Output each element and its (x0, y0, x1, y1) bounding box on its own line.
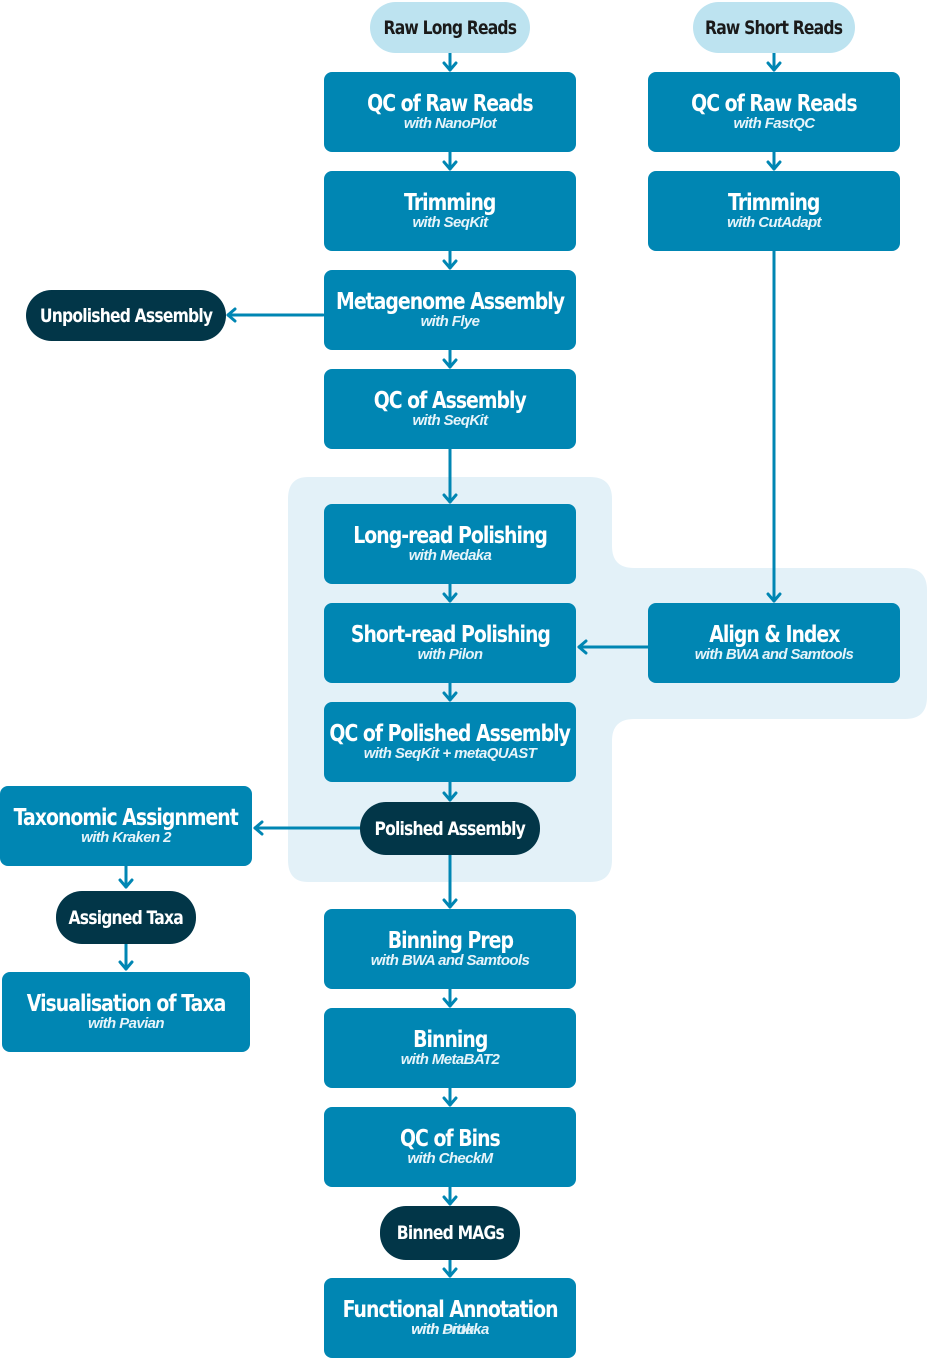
step-tool: with SeqKit (412, 412, 488, 429)
step-tool: with BWA and Samtools (694, 646, 854, 663)
input-raw-short-reads: Raw Short Reads (693, 2, 855, 53)
output-binned-mags: Binned MAGs (380, 1206, 520, 1260)
step-tool: with CheckM (407, 1150, 493, 1167)
step-tool: with Pavian (88, 1015, 165, 1032)
input-label: Raw Short Reads (705, 16, 843, 39)
step-title: Trimming (728, 190, 820, 216)
step-tool: with SeqKit + metaQUAST (363, 745, 537, 762)
step-functional-annotation: Functional Annotation with Prokka with D… (324, 1278, 576, 1358)
step-metagenome-assembly: Metagenome Assembly with Flye (324, 270, 576, 350)
step-binning: Binning with MetaBAT2 (324, 1008, 576, 1088)
step-title: QC of Raw Reads (691, 91, 857, 117)
step-taxonomic-assignment: Taxonomic Assignment with Kraken 2 (0, 786, 252, 866)
step-title: QC of Polished Assembly (329, 721, 572, 747)
output-label: Unpolished Assembly (39, 304, 213, 327)
step-qc-raw-short-reads: QC of Raw Reads with FastQC (648, 72, 900, 152)
step-title: Taxonomic Assignment (13, 805, 239, 831)
output-label: Binned MAGs (396, 1222, 504, 1244)
input-raw-long-reads: Raw Long Reads (370, 2, 530, 53)
step-binning-prep: Binning Prep with BWA and Samtools (324, 909, 576, 989)
step-tool: with FastQC (733, 115, 816, 132)
step-title: Binning (412, 1027, 488, 1053)
output-polished-assembly: Polished Assembly (360, 802, 540, 855)
step-title: Visualisation of Taxa (26, 991, 227, 1017)
step-title: Binning Prep (387, 928, 513, 954)
step-qc-polished-assembly: QC of Polished Assembly with SeqKit + me… (324, 702, 576, 782)
step-title: Trimming (404, 190, 496, 216)
step-tool: with MetaBAT2 (400, 1051, 500, 1068)
step-qc-raw-long-reads: QC of Raw Reads with NanoPlot (324, 72, 576, 152)
step-qc-assembly: QC of Assembly with SeqKit (324, 369, 576, 449)
step-title: Short-read Polishing (350, 622, 550, 648)
step-qc-of-bins: QC of Bins with CheckM (324, 1107, 576, 1187)
step-visualisation-of-taxa: Visualisation of Taxa with Pavian (2, 972, 250, 1052)
arrow-down-icon (442, 51, 458, 72)
step-tool: with Flye (420, 313, 480, 330)
step-title: Align & Index (708, 622, 840, 648)
step-title: QC of Bins (400, 1126, 501, 1152)
step-long-read-polishing: Long-read Polishing with Medaka (324, 504, 576, 584)
output-assigned-taxa: Assigned Taxa (56, 891, 196, 944)
step-tool: with BWA and Samtools (370, 952, 530, 969)
step-trimming-long: Trimming with SeqKit (324, 171, 576, 251)
output-label: Polished Assembly (374, 817, 526, 840)
step-tool: with Kraken 2 (81, 829, 171, 846)
step-trimming-short: Trimming with CutAdapt (648, 171, 900, 251)
step-align-index: Align & Index with BWA and Samtools (648, 603, 900, 683)
step-tool: with Pilon (417, 646, 483, 663)
step-tool: with Medaka (408, 547, 492, 564)
step-title: Functional Annotation (342, 1297, 559, 1323)
input-label: Raw Long Reads (383, 16, 517, 39)
step-tool-overlap: with Ditto (411, 1321, 474, 1338)
step-tool: with Prokka with Ditto (411, 1322, 489, 1338)
step-short-read-polishing: Short-read Polishing with Pilon (324, 603, 576, 683)
step-title: Long-read Polishing (353, 523, 548, 549)
step-tool: with NanoPlot (403, 115, 497, 132)
output-label: Assigned Taxa (68, 906, 184, 929)
step-tool: with SeqKit (412, 214, 488, 231)
step-title: QC of Assembly (373, 388, 527, 414)
step-title: QC of Raw Reads (367, 91, 533, 117)
step-title: Metagenome Assembly (335, 289, 565, 315)
step-tool: with CutAdapt (727, 214, 821, 231)
output-unpolished-assembly: Unpolished Assembly (26, 290, 226, 341)
